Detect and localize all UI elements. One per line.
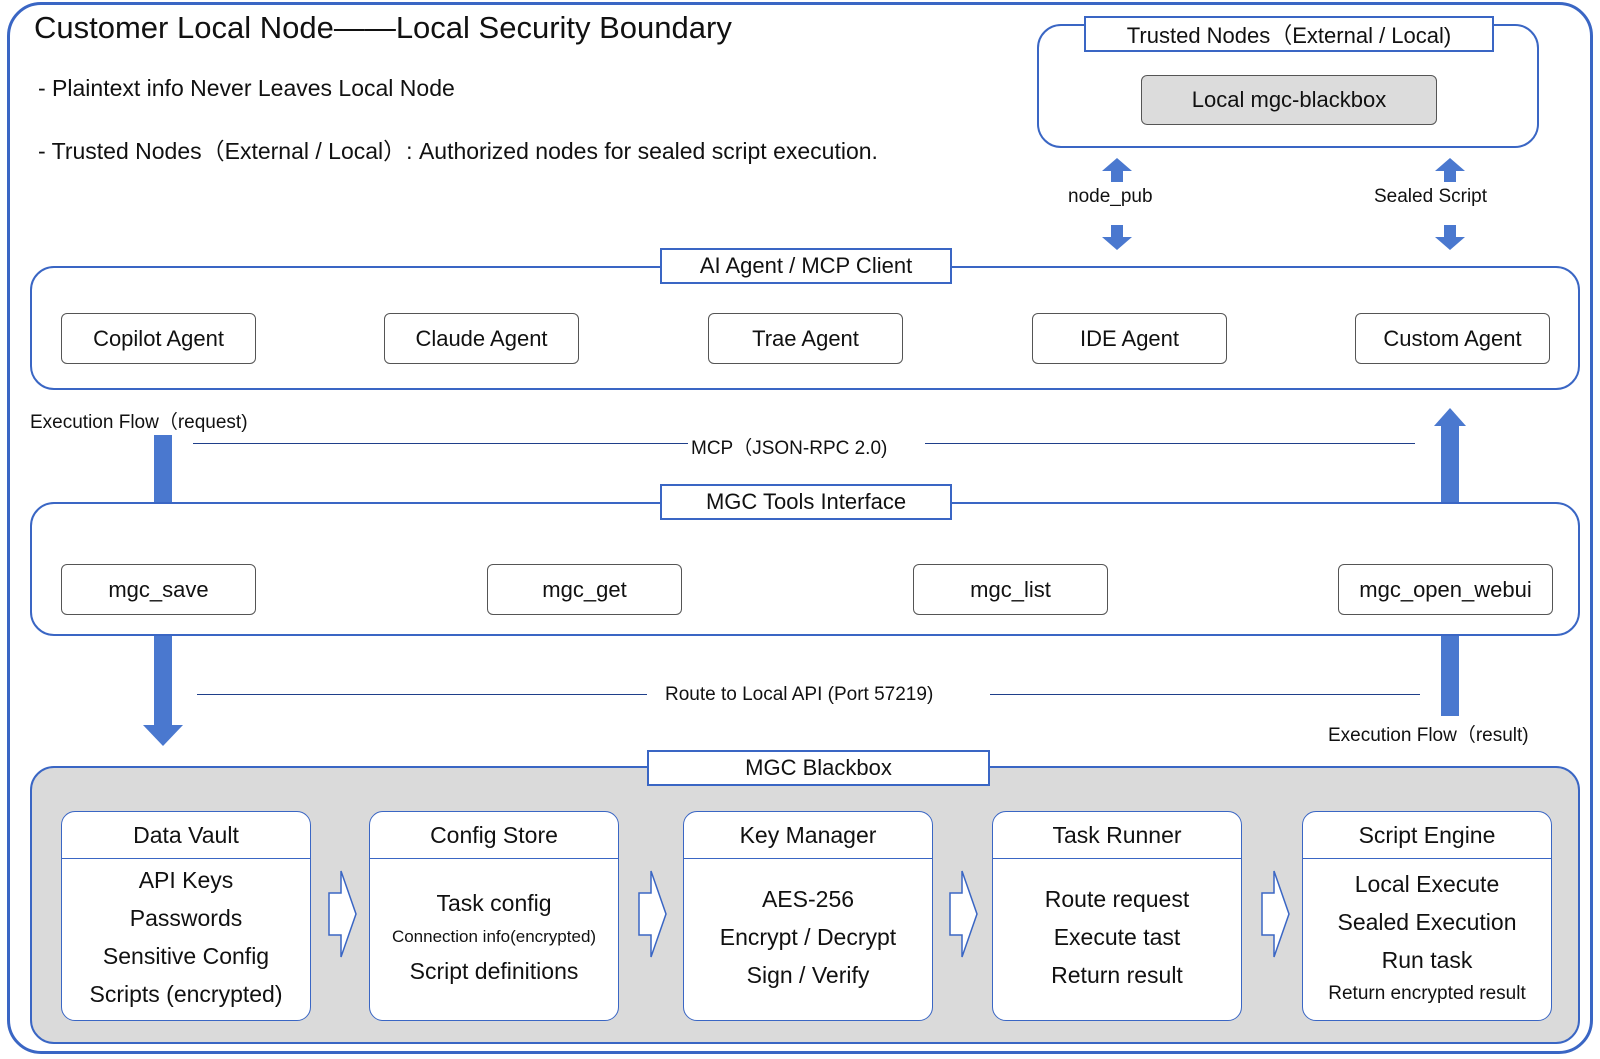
sealed-script-down-arrow (1435, 225, 1465, 250)
result-flow-bar (1441, 425, 1459, 502)
result-flow-up-arrowhead (1434, 408, 1466, 426)
module-flow-arrow (638, 870, 667, 958)
node-pub-up-arrow (1102, 158, 1132, 182)
sealed-script-up-arrow (1435, 158, 1465, 182)
node-pub-down-arrow (1102, 225, 1132, 250)
request-flow-down-bar (154, 636, 172, 726)
module-flow-arrow (1261, 870, 1290, 958)
module-flow-arrow (949, 870, 978, 958)
request-flow-down-arrowhead (143, 725, 183, 746)
request-flow-bar (154, 435, 172, 502)
module-flow-arrow (328, 870, 357, 958)
result-flow-lower-bar (1441, 636, 1459, 716)
flow-arrows (143, 158, 1466, 958)
